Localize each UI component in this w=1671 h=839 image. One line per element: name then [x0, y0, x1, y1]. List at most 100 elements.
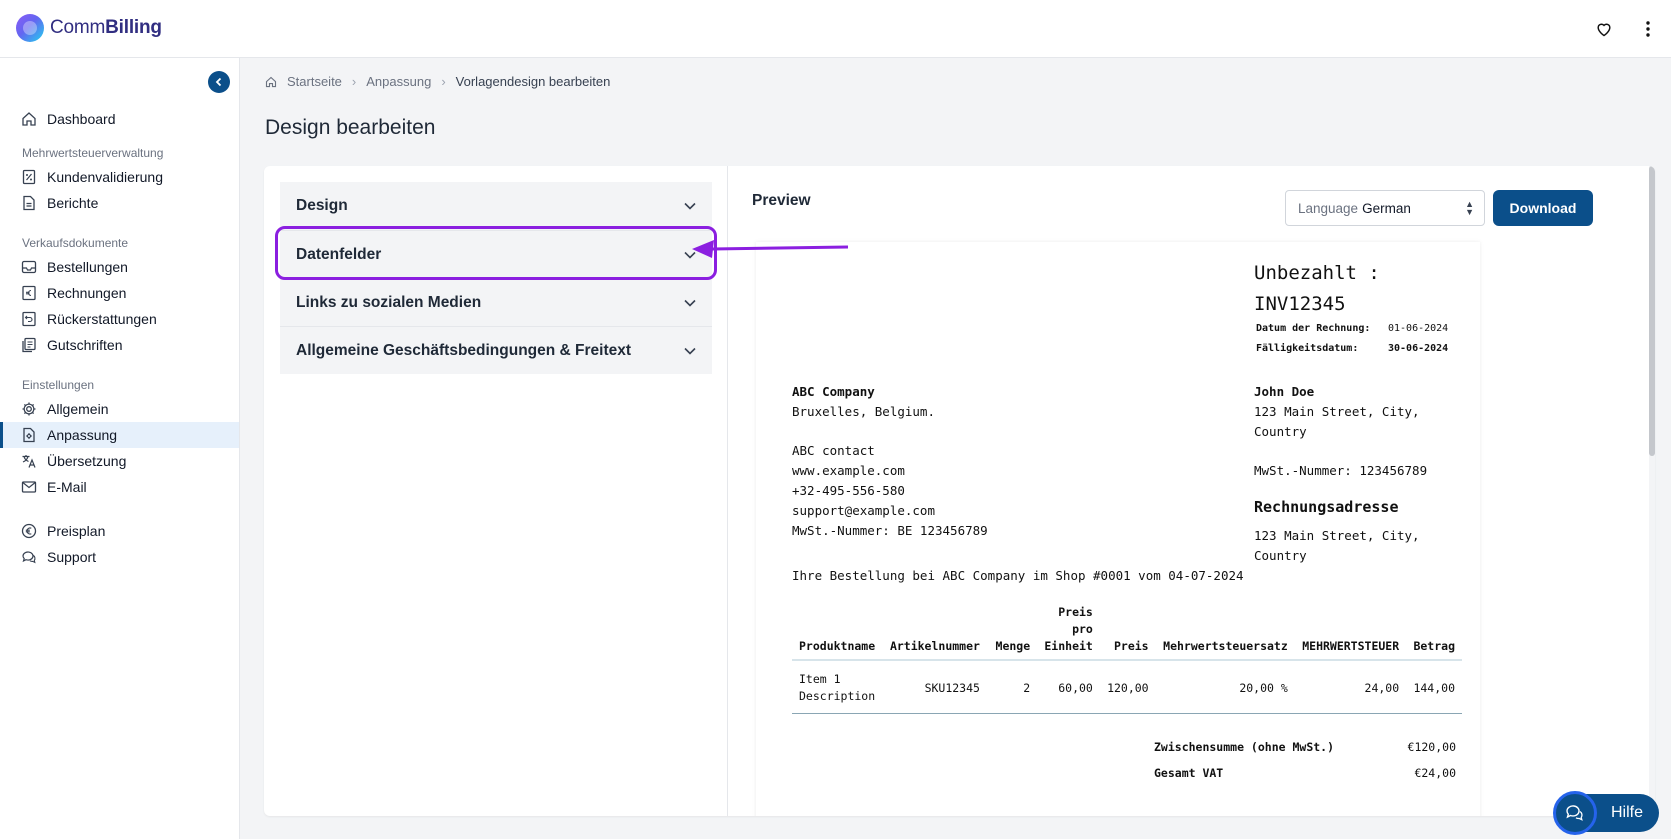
favorite-heart-icon[interactable]: [1591, 16, 1617, 42]
sidebar-item-label: Berichte: [47, 195, 99, 211]
column-header: Mehrwertsteuersatz: [1155, 604, 1295, 663]
accordion-datenfelder[interactable]: Datenfelder: [280, 230, 712, 278]
logo-text: CommBilling: [50, 17, 162, 39]
help-button-label: Hilfe: [1610, 804, 1643, 821]
percent-icon: [21, 169, 37, 185]
invoice-date-label: Datum der Rechnung:: [1256, 322, 1371, 334]
sidebar-item-anpassung[interactable]: Anpassung: [0, 422, 239, 448]
buyer-block: John Doe 123 Main Street, City, Country …: [1254, 382, 1464, 481]
chevron-right-icon: ›: [441, 74, 446, 89]
invoice-status: Unbezahlt : INV12345: [1254, 258, 1454, 320]
seller-block: ABC Company Bruxelles, Belgium. ABC cont…: [792, 382, 988, 541]
sidebar-item-email[interactable]: E-Mail: [0, 474, 239, 500]
preview-title: Preview: [752, 192, 811, 209]
language-select[interactable]: Language German ▲ ▼: [1285, 190, 1485, 226]
sidebar-item-label: Support: [47, 549, 97, 565]
chat-icon: [21, 549, 37, 565]
scrollbar-thumb[interactable]: [1649, 166, 1655, 456]
sidebar-item-label: Dashboard: [47, 111, 116, 127]
vat-total-label: Gesamt VAT: [1154, 766, 1224, 780]
due-date-value: 30-06-2024: [1388, 342, 1449, 354]
accordion-label: Design: [296, 197, 348, 214]
seller-email: support@example.com: [792, 503, 935, 518]
breadcrumb: Startseite › Anpassung › Vorlagendesign …: [265, 74, 610, 89]
sidebar-item-berichte[interactable]: Berichte: [0, 190, 239, 216]
refund-icon: [21, 311, 37, 327]
accordion-design[interactable]: Design: [280, 182, 712, 230]
invoice-preview: Unbezahlt : INV12345 Datum der Rechnung:…: [756, 242, 1480, 816]
seller-vat: MwSt.-Nummer: BE 123456789: [792, 523, 988, 538]
home-icon: [265, 76, 277, 87]
sidebar-item-gutschriften[interactable]: Gutschriften: [0, 332, 239, 358]
sidebar-item-label: Übersetzung: [47, 453, 127, 469]
top-actions: [1591, 16, 1661, 42]
column-header: MEHRWERTSTEUER: [1294, 604, 1407, 663]
breadcrumb-home[interactable]: Startseite: [287, 74, 342, 89]
cell-vat-rate: 20,00 %: [1155, 662, 1295, 714]
sidebar-section-sales: Verkaufsdokumente: [22, 236, 129, 250]
chevron-down-icon: [684, 251, 696, 259]
sidebar-item-label: Rechnungen: [47, 285, 127, 301]
editor-card: Design Datenfelder Links zu sozialen Med…: [264, 166, 1655, 816]
sidebar-item-uebersetzung[interactable]: Übersetzung: [0, 448, 239, 474]
chevron-down-icon: [684, 347, 696, 355]
invoice-date-value: 01-06-2024: [1388, 322, 1449, 334]
settings-panel: Design Datenfelder Links zu sozialen Med…: [264, 166, 728, 816]
sidebar-item-bestellungen[interactable]: Bestellungen: [0, 254, 239, 280]
accordion-terms[interactable]: Allgemeine Geschäftsbedingungen & Freite…: [280, 326, 712, 374]
sidebar-item-support[interactable]: Support: [0, 544, 239, 570]
sidebar-item-label: Preisplan: [47, 523, 106, 539]
seller-name: ABC Company: [792, 384, 875, 399]
download-button[interactable]: Download: [1493, 190, 1593, 226]
language-select-label: Language: [1298, 200, 1359, 216]
seller-contact: ABC contact: [792, 443, 875, 458]
breadcrumb-parent[interactable]: Anpassung: [366, 74, 431, 89]
chevron-right-icon: ›: [351, 74, 357, 89]
column-header: Betrag: [1406, 604, 1462, 663]
sidebar-section-settings: Einstellungen: [22, 378, 95, 392]
accordion-social-links[interactable]: Links zu sozialen Medien: [280, 278, 712, 326]
sidebar-item-kundenvalidierung[interactable]: Kundenvalidierung: [0, 164, 239, 190]
subtotal-value: €120,00: [1407, 740, 1456, 754]
sidebar-item-label: E-Mail: [47, 479, 87, 495]
preview-panel: Preview Language German ▲ ▼ Download Unbe…: [729, 166, 1655, 816]
sidebar-collapse-button[interactable]: [208, 71, 230, 93]
billing-address-title: Rechnungsadresse: [1254, 498, 1399, 516]
gear-icon: [21, 401, 37, 417]
more-vertical-icon[interactable]: [1635, 16, 1661, 42]
sidebar-item-preisplan[interactable]: Preisplan: [0, 518, 239, 544]
sidebar-section-vat: Mehrwertsteuerverwaltung: [22, 146, 164, 160]
cell-sku: SKU12345: [882, 662, 987, 714]
mail-icon: [21, 479, 37, 495]
seller-website: www.example.com: [792, 463, 905, 478]
totals-block: Zwischensumme (ohne MwSt.) €120,00 Gesamt…: [1134, 734, 1462, 786]
accordion-label: Links zu sozialen Medien: [296, 293, 482, 311]
table-row: Item 1 Description SKU12345 2 60,00 120,…: [792, 662, 1462, 714]
column-header: Artikelnummer: [882, 604, 987, 663]
items-table-header: Produktname Artikelnummer Menge Preis pr…: [792, 604, 1462, 663]
copy-icon: [21, 337, 37, 353]
column-header: Produktname: [792, 604, 883, 663]
inbox-icon: [21, 259, 37, 275]
sidebar-item-rueckerstattungen[interactable]: Rückerstattungen: [0, 306, 239, 332]
cell-price: 120,00: [1099, 662, 1156, 714]
accordion-label: Allgemeine Geschäftsbedingungen & Freite…: [296, 341, 632, 359]
language-select-value: German: [1362, 200, 1411, 216]
app-logo[interactable]: CommBilling: [16, 14, 162, 42]
due-date-label: Fälligkeitsdatum:: [1256, 342, 1359, 354]
logo-text-part2: Billing: [105, 17, 162, 38]
cell-name: Item 1 Description: [792, 662, 883, 714]
sidebar-item-allgemein[interactable]: Allgemein: [0, 396, 239, 422]
seller-city: Bruxelles, Belgium.: [792, 404, 935, 419]
sidebar-item-label: Kundenvalidierung: [47, 169, 163, 185]
select-caret-icon: ▲ ▼: [1465, 199, 1474, 217]
subtotal-row: Zwischensumme (ohne MwSt.) €120,00: [1134, 734, 1462, 760]
sidebar-item-label: Rückerstattungen: [47, 311, 157, 327]
preview-scrollbar[interactable]: [1649, 166, 1655, 816]
sidebar-item-label: Allgemein: [47, 401, 109, 417]
sidebar-item-label: Bestellungen: [47, 259, 128, 275]
column-header: Preis pro Einheit: [1037, 604, 1100, 663]
accordion-label: Datenfelder: [296, 245, 382, 263]
sidebar-item-dashboard[interactable]: Dashboard: [0, 106, 239, 132]
sidebar-item-rechnungen[interactable]: Rechnungen: [0, 280, 239, 306]
